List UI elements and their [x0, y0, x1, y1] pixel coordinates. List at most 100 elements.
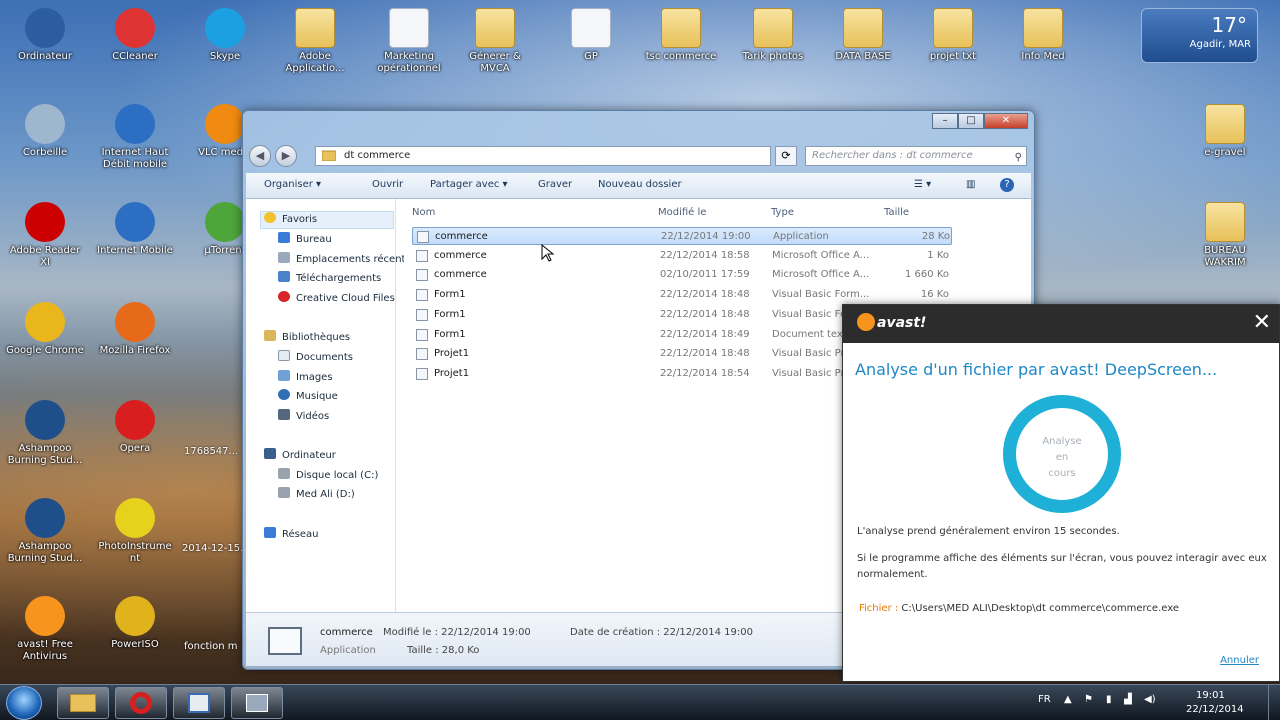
desktop-icon-item[interactable]: Génerer & MVCA	[456, 8, 534, 78]
nav-music[interactable]: Musique	[278, 389, 404, 405]
desktop-icon-item[interactable]: Tarik photos	[734, 8, 812, 78]
nav-computer[interactable]: Ordinateur	[264, 448, 390, 464]
new-folder-button[interactable]: Nouveau dossier	[598, 179, 682, 190]
organize-menu[interactable]: Organiser ▾	[264, 179, 321, 190]
file-row[interactable]: Form1 22/12/2014 18:48 Visual Basic Form..…	[412, 286, 952, 304]
ashampoo-icon	[25, 498, 65, 538]
desktop-icon-item[interactable]: Marketing opérationnel	[370, 8, 448, 78]
desktop-icon-item[interactable]: Corbeille	[6, 104, 84, 174]
show-desktop-button[interactable]	[1268, 685, 1280, 720]
desktop-icon-item[interactable]: DATA BASE	[824, 8, 902, 78]
volume-icon[interactable]: ◀)	[1144, 694, 1156, 705]
desktop-icon-item[interactable]: Mozilla Firefox	[96, 302, 174, 372]
taskbar-network-icon[interactable]	[231, 687, 283, 719]
column-header-size[interactable]: Taille	[884, 207, 909, 218]
nav-recent-places[interactable]: Emplacements récents	[278, 252, 404, 268]
application-icon	[417, 231, 429, 243]
column-header-name[interactable]: Nom	[412, 207, 435, 218]
minimize-button[interactable]: –	[932, 113, 958, 129]
nav-drive-d[interactable]: Med Ali (D:)	[278, 487, 404, 503]
column-header-type[interactable]: Type	[771, 207, 794, 218]
battery-icon[interactable]: ▮	[1106, 694, 1112, 705]
file-row[interactable]: commerce 02/10/2011 17:59 Microsoft Office…	[412, 266, 952, 284]
desktop-icon-item[interactable]: GP	[552, 8, 630, 78]
forward-button[interactable]: ▶	[275, 145, 297, 167]
file-type: Microsoft Office A...	[772, 269, 870, 281]
taskbar-opera-icon[interactable]	[115, 687, 167, 719]
taskbar-visual-basic-icon[interactable]	[173, 687, 225, 719]
desktop-icon-item[interactable]: e-gravel	[1186, 104, 1264, 174]
nav-downloads[interactable]: Téléchargements	[278, 271, 404, 287]
help-icon[interactable]: ?	[1000, 178, 1014, 192]
maximize-button[interactable]: □	[958, 113, 984, 129]
clock-time[interactable]: 19:01	[1196, 690, 1225, 701]
refresh-button[interactable]: ⟳	[775, 146, 797, 166]
desktop-icon-item[interactable]: Info Med	[1004, 8, 1082, 78]
search-placeholder: Rechercher dans : dt commerce	[812, 150, 973, 161]
desktop-icon-item[interactable]: Google Chrome	[6, 302, 84, 372]
desktop-icon-item[interactable]: Internet Mobile	[96, 202, 174, 272]
address-bar[interactable]: dt commerce	[315, 146, 771, 166]
desktop-icon-item[interactable]: Adobe Applicatio...	[276, 8, 354, 78]
nav-local-disk[interactable]: Disque local (C:)	[278, 468, 404, 484]
avast-info-interact: Si le programme affiche des éléments sur…	[857, 553, 1267, 580]
nav-favorites[interactable]: Favoris	[264, 212, 390, 228]
language-indicator[interactable]: FR	[1038, 694, 1051, 705]
desktop-icon-item[interactable]: Skype	[186, 8, 264, 78]
avast-deepscreen-dialog[interactable]: avast! ✕ Analyse d'un fichier par avast!…	[842, 304, 1280, 682]
cancel-button[interactable]: Annuler	[1220, 655, 1259, 666]
search-input[interactable]: Rechercher dans : dt commerce ⚲	[805, 146, 1027, 166]
view-options-icon[interactable]: ☰ ▾	[914, 179, 931, 190]
close-button[interactable]: ✕	[984, 113, 1028, 129]
file-row[interactable]: commerce 22/12/2014 19:00 Application 28 Ko	[412, 227, 952, 245]
file-size: 28 Ko	[921, 231, 950, 242]
desktop-icon-item[interactable]: Ashampoo Burning Stud...	[6, 400, 84, 470]
preview-pane-icon[interactable]: ▥	[966, 179, 975, 190]
action-center-icon[interactable]: ⚑	[1084, 694, 1093, 705]
desktop-icon-item[interactable]: Ashampoo Burning Stud...	[6, 498, 84, 568]
nav-creative-cloud[interactable]: Creative Cloud Files	[278, 291, 404, 307]
chrome-icon	[25, 302, 65, 342]
show-hidden-icons-icon[interactable]: ▲	[1064, 694, 1072, 705]
nav-videos[interactable]: Vidéos	[278, 409, 404, 425]
file-name: Form1	[434, 308, 466, 320]
vb-form-icon	[416, 289, 428, 302]
avast-close-icon[interactable]: ✕	[1253, 310, 1271, 336]
start-button[interactable]	[6, 686, 42, 720]
nav-libraries[interactable]: Bibliothèques	[264, 330, 390, 346]
nav-network[interactable]: Réseau	[264, 527, 390, 543]
file-row[interactable]: commerce 22/12/2014 18:58 Microsoft Office…	[412, 247, 952, 265]
desktop-icon-item[interactable]: avast! Free Antivirus	[6, 596, 84, 666]
file-name: commerce	[434, 269, 487, 281]
desktop-icon-item[interactable]: Adobe Reader XI	[6, 202, 84, 272]
weather-gadget[interactable]: 17° Agadir, MAR	[1141, 8, 1258, 63]
desktop-icon-item[interactable]: CCleaner	[96, 8, 174, 78]
details-modified: Modifié le : 22/12/2014 19:00	[383, 627, 531, 638]
desktop-icon-item[interactable]: PhotoInstrument	[96, 498, 174, 568]
nav-desktop[interactable]: Bureau	[278, 232, 404, 248]
share-with-menu[interactable]: Partager avec ▾	[430, 179, 508, 190]
desktop-icon-item[interactable]: projet txt	[914, 8, 992, 78]
file-modified: 02/10/2011 17:59	[660, 269, 750, 281]
desktop-icon-label: Mozilla Firefox	[99, 345, 171, 356]
desktop-icon-item[interactable]: tsc commerce	[642, 8, 720, 78]
back-button[interactable]: ◀	[249, 145, 271, 167]
desktop-icon-item[interactable]: BUREAU WAKRIM	[1186, 202, 1264, 272]
nav-documents[interactable]: Documents	[278, 350, 404, 366]
burn-button[interactable]: Graver	[538, 179, 572, 190]
clock-date[interactable]: 22/12/2014	[1186, 704, 1244, 715]
application-icon	[268, 627, 302, 655]
nav-pictures[interactable]: Images	[278, 370, 404, 386]
details-name: commerce	[320, 627, 373, 638]
search-icon[interactable]: ⚲	[1015, 149, 1022, 167]
3g-modem-icon	[115, 202, 155, 242]
desktop-icon-item[interactable]: Ordinateur	[6, 8, 84, 78]
file-name: Projet1	[434, 367, 470, 379]
signal-icon[interactable]: ▟	[1124, 694, 1132, 705]
desktop-icon-item[interactable]: Opera	[96, 400, 174, 470]
column-header-modified[interactable]: Modifié le	[658, 207, 706, 218]
desktop-icon-item[interactable]: PowerISO	[96, 596, 174, 666]
desktop-icon-item[interactable]: Internet Haut Débit mobile	[96, 104, 174, 174]
open-button[interactable]: Ouvrir	[372, 179, 403, 190]
taskbar-explorer-icon[interactable]	[57, 687, 109, 719]
